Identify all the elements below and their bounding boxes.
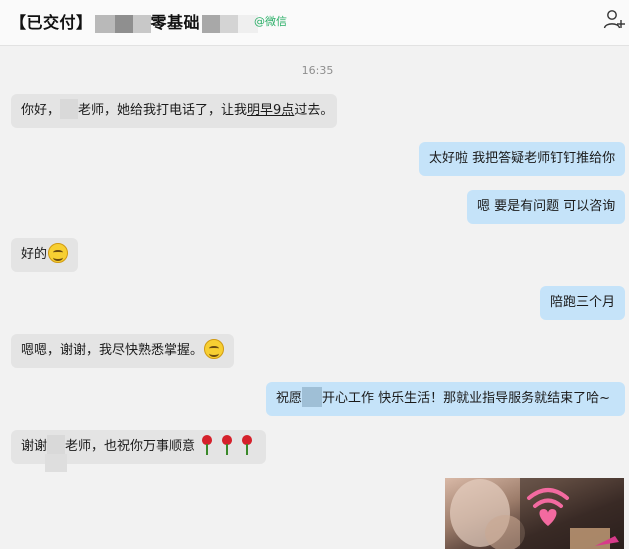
title-redaction [220,14,239,33]
message-bubble-sent[interactable]: 太好啦 我把答疑老师钉钉推给你 [419,142,625,176]
chat-title: 【已交付】 零基础 [10,9,259,33]
message-bubble-received[interactable]: 好的 [11,238,78,272]
message-bubble-received[interactable]: 嗯嗯，谢谢，我尽快熟悉掌握。 [11,334,234,368]
message-bubble-received[interactable]: 你好， 老师，她给我打电话了，让我明早9点过去。 [11,94,337,128]
message-text: 谢谢 [21,439,48,454]
message-text: 嗯 要是有问题 可以咨询 [477,199,616,214]
name-redaction [45,454,67,472]
name-redaction [47,435,66,455]
rose-emoji-icon [219,434,235,456]
title-redaction [114,14,133,33]
title-redaction [202,14,221,33]
chat-title-course: 零基础 [150,13,201,32]
smile-emoji-icon [48,243,69,263]
rose-emoji-icon [239,434,255,456]
message-text: 好的 [21,247,48,262]
message-text: 过去。 [294,103,334,118]
live-video-thumbnail[interactable] [445,478,624,549]
message-bubble-sent[interactable]: 陪跑三个月 [540,286,625,320]
message-bubble-sent[interactable]: 祝愿 开心工作 快乐生活！那就业指导服务就结束了哈~ [266,382,625,416]
message-text: 你好， [21,103,61,118]
name-redaction [60,99,79,119]
title-redaction [94,14,115,33]
title-redaction [132,14,151,33]
message-text-highlight[interactable]: 明早9点 [247,103,294,118]
wechat-tag: @微信 [254,15,287,28]
message-text: 老师，她给我打电话了，让我 [78,103,248,118]
message-text: 祝愿 [276,391,303,406]
rose-emoji-icon [199,434,215,456]
message-bubble-sent[interactable]: 嗯 要是有问题 可以咨询 [467,190,625,224]
message-text: 嗯嗯，谢谢，我尽快熟悉掌握。 [21,343,204,358]
message-text: 开心工作 快乐生活！那就业指导服务就结束了哈~ [322,391,611,406]
chat-header: 【已交付】 零基础 @微信 [0,0,629,46]
smile-emoji-icon [204,339,225,359]
chat-title-prefix: 【已交付】 [10,13,93,32]
add-contact-icon[interactable] [603,9,625,31]
message-text: 陪跑三个月 [550,295,616,310]
name-redaction [302,387,323,407]
message-text: 老师，也祝你万事顺意 [65,439,196,454]
message-timestamp: 16:35 [301,64,334,77]
message-text: 太好啦 我把答疑老师钉钉推给你 [429,151,616,166]
